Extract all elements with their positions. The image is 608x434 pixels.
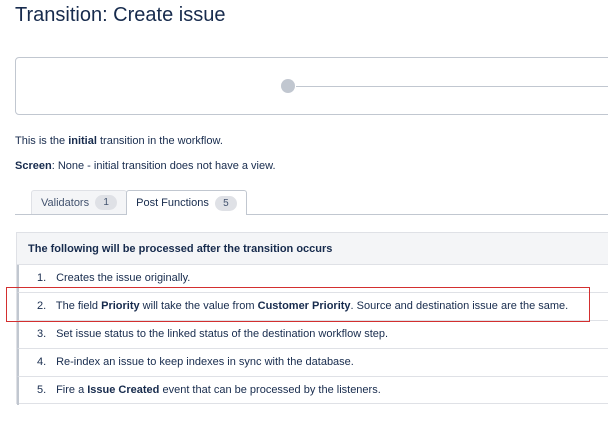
item-text: Creates the issue originally. (56, 272, 191, 284)
post-function-item: 1. Creates the issue originally. (17, 265, 608, 293)
page-title: Transition: Create issue (15, 4, 226, 26)
post-function-item: 2. The field Priority will take the valu… (17, 293, 608, 321)
item-text: Set issue status to the linked status of… (56, 328, 389, 340)
count-badge: 1 (95, 195, 118, 210)
item-text: . Source and destination issue are the s… (350, 300, 569, 312)
panel-header: The following will be processed after th… (17, 233, 608, 265)
item-bold-text: Customer Priority (257, 300, 351, 312)
post-function-item: 4. Re-index an issue to keep indexes in … (17, 349, 608, 377)
item-text: will take the value from (139, 300, 258, 312)
tab-post-functions[interactable]: Post Functions 5 (126, 190, 247, 215)
item-number: 1. (37, 272, 47, 284)
info-suffix: transition in the workflow. (96, 135, 223, 147)
item-number: 3. (37, 328, 47, 340)
item-text: event that can be processed by the liste… (159, 384, 381, 396)
item-bold-text: Issue Created (87, 384, 160, 396)
item-text: Re-index an issue to keep indexes in syn… (56, 356, 354, 368)
post-functions-panel: The following will be processed after th… (16, 232, 608, 405)
item-number: 4. (37, 356, 47, 368)
item-number: 5. (37, 384, 47, 396)
diagram-transition-line (296, 86, 608, 87)
item-number: 2. (37, 300, 47, 312)
item-text: The field (55, 300, 102, 312)
info-initial-bold: initial (68, 135, 97, 147)
info-prefix: This is the (15, 135, 69, 147)
item-bold-text: Priority (101, 300, 140, 312)
post-function-item: 3. Set issue status to the linked status… (17, 321, 608, 349)
count-badge: 5 (214, 195, 237, 211)
initial-transition-info: This is the initial transition in the wo… (15, 135, 223, 147)
screen-value: : None - initial transition does not hav… (51, 160, 276, 172)
diagram-initial-node (281, 79, 295, 93)
post-function-item: 5. Fire a Issue Created event that can b… (17, 377, 608, 405)
screen-info: Screen: None - initial transition does n… (15, 160, 276, 172)
item-text: Fire a (56, 384, 88, 396)
screen-label: Screen (15, 160, 52, 172)
workflow-diagram (15, 57, 608, 115)
tab-bar: Validators 1 Post Functions 5 (31, 190, 247, 215)
tab-label: Post Functions (136, 197, 209, 209)
post-functions-list: 1. Creates the issue originally. 2. The f… (17, 265, 608, 405)
tab-label: Validators (41, 196, 90, 209)
tab-validators[interactable]: Validators 1 (31, 190, 128, 214)
